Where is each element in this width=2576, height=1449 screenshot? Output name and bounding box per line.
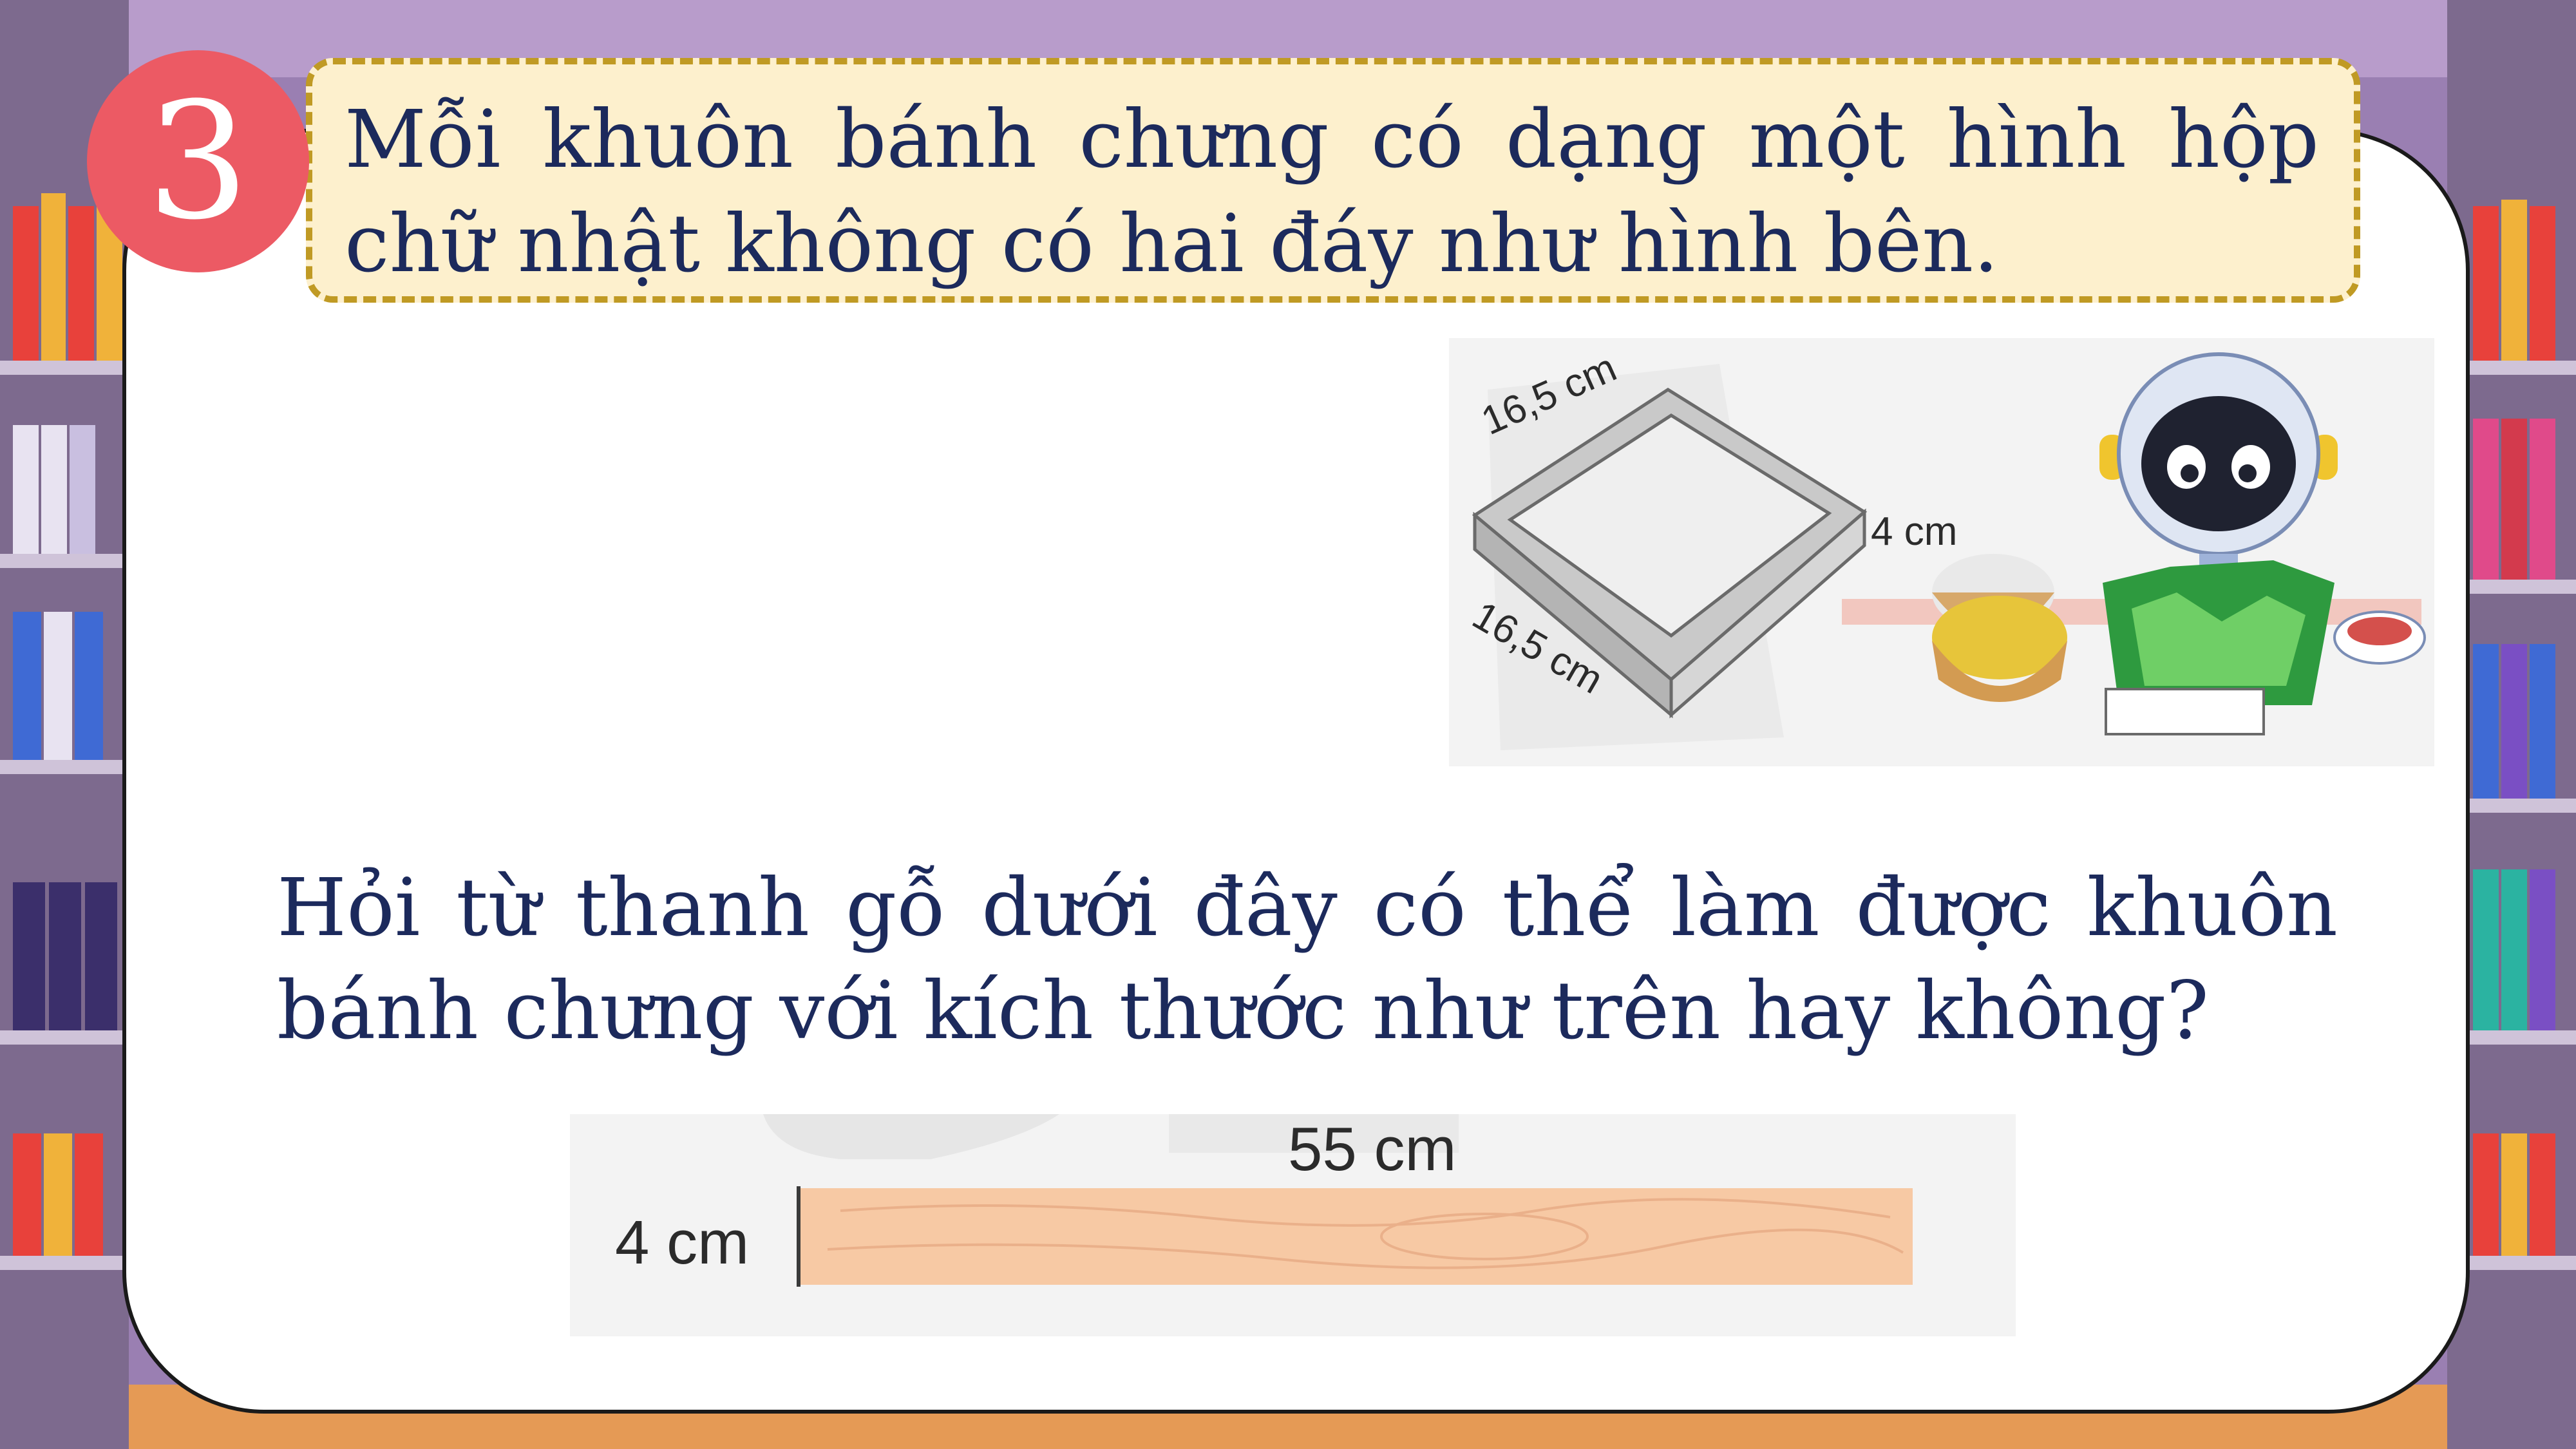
problem-number: 3 bbox=[146, 67, 250, 255]
wood-plank bbox=[797, 1186, 1913, 1287]
shrimp-bowl bbox=[2333, 611, 2426, 665]
problem-statement: Mỗi khuôn bánh chưng có dạng một hình hộ… bbox=[345, 93, 2319, 290]
problem-question: Hỏi từ thanh gỗ dưới đây có thể làm được… bbox=[277, 862, 2338, 1057]
plank-length-label: 55 cm bbox=[1288, 1115, 1457, 1184]
mould-illustration: 16,5 cm 4 cm 16,5 cm bbox=[1449, 338, 2434, 766]
mould-height-label: 4 cm bbox=[1871, 509, 1958, 554]
rice-bowls bbox=[1932, 554, 2067, 702]
leaf-box bbox=[2103, 560, 2334, 735]
plank-width-label: 4 cm bbox=[615, 1208, 750, 1277]
problem-banner: Mỗi khuôn bánh chưng có dạng một hình hộ… bbox=[306, 58, 2360, 303]
plank-figure: 55 cm 4 cm bbox=[570, 1114, 2016, 1336]
problem-number-badge: 3 bbox=[87, 50, 309, 272]
